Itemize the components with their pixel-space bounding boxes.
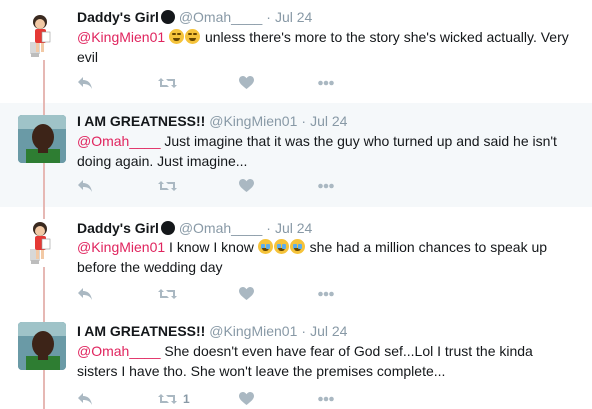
- avatar[interactable]: [18, 12, 66, 60]
- retweet-count: 1: [183, 392, 190, 406]
- retweet-button[interactable]: 1: [158, 389, 190, 409]
- more-icon: [318, 80, 334, 86]
- tweet-actions: 1: [77, 389, 497, 409]
- tweet-actions: [77, 284, 497, 304]
- author-name[interactable]: Daddy's Girl: [77, 220, 159, 236]
- author-name[interactable]: I AM GREATNESS!!: [77, 323, 205, 339]
- author-handle[interactable]: @KingMien01: [209, 113, 297, 129]
- thread-connector: [43, 310, 45, 322]
- tweet[interactable]: Daddy's Girl @Omah____ · Jul 24 @KingMien0…: [0, 0, 592, 103]
- thread-connector: [43, 60, 45, 103]
- reply-icon: [78, 393, 92, 405]
- retweet-icon: [158, 289, 177, 299]
- tweet-text: @Omah____ She doesn't even have fear of …: [77, 341, 577, 381]
- sob-emoji: [273, 239, 289, 254]
- retweet-button[interactable]: [158, 73, 183, 93]
- more-button[interactable]: [318, 284, 334, 304]
- separator: ·: [301, 323, 307, 339]
- reply-button[interactable]: [77, 73, 93, 93]
- tweet-header: Daddy's Girl @Omah____ · Jul 24: [77, 219, 312, 237]
- like-button[interactable]: [239, 73, 254, 93]
- reply-icon: [78, 77, 92, 89]
- sob-emoji: [289, 239, 305, 254]
- retweet-icon: [158, 394, 177, 404]
- tweet-text: @Omah____ Just imagine that it was the g…: [77, 131, 577, 171]
- retweet-button[interactable]: [158, 176, 183, 196]
- conversation-thread: Daddy's Girl @Omah____ · Jul 24 @KingMien0…: [0, 0, 592, 409]
- thread-connector: [43, 267, 45, 310]
- more-icon: [318, 396, 334, 402]
- retweet-icon: [158, 181, 177, 191]
- mention-link[interactable]: @Omah____: [77, 133, 160, 149]
- author-handle[interactable]: @KingMien01: [209, 323, 297, 339]
- timestamp[interactable]: Jul 24: [310, 113, 347, 129]
- reply-icon: [78, 180, 92, 192]
- tweet[interactable]: Daddy's Girl @Omah____ · Jul 24 @KingMien0…: [0, 207, 592, 310]
- mention-link[interactable]: @KingMien01: [77, 29, 165, 45]
- separator: ·: [266, 9, 271, 25]
- mention-link[interactable]: @KingMien01: [77, 239, 165, 255]
- author-handle[interactable]: @Omah____: [179, 9, 262, 25]
- retweet-icon: [158, 78, 177, 88]
- tweet-header: I AM GREATNESS!! @KingMien01 · Jul 24: [77, 322, 347, 340]
- like-button[interactable]: [239, 389, 254, 409]
- retweet-button[interactable]: [158, 284, 183, 304]
- tweet-header: Daddy's Girl @Omah____ · Jul 24: [77, 8, 312, 26]
- tweet-text: @KingMien01 I know I know she had a mill…: [77, 237, 577, 277]
- like-button[interactable]: [239, 176, 254, 196]
- avatar[interactable]: [18, 322, 66, 370]
- mention-link[interactable]: @Omah____: [77, 343, 160, 359]
- separator: ·: [301, 113, 307, 129]
- timestamp[interactable]: Jul 24: [275, 9, 312, 25]
- reply-button[interactable]: [77, 176, 93, 196]
- joy-emoji: [185, 29, 201, 44]
- heart-icon: [239, 287, 254, 300]
- author-handle[interactable]: @Omah____: [179, 220, 262, 236]
- timestamp[interactable]: Jul 24: [275, 220, 312, 236]
- sob-emoji: [257, 239, 273, 254]
- heart-icon: [239, 392, 254, 405]
- black-circle-emoji: [160, 221, 175, 235]
- author-name[interactable]: Daddy's Girl: [77, 9, 159, 25]
- tweet-text: @KingMien01 unless there's more to the s…: [77, 27, 577, 67]
- thread-connector: [43, 163, 45, 207]
- avatar[interactable]: [18, 115, 66, 163]
- avatar[interactable]: [18, 219, 66, 267]
- joy-emoji: [169, 29, 185, 44]
- more-icon: [318, 183, 334, 189]
- more-button[interactable]: [318, 176, 334, 196]
- more-icon: [318, 291, 334, 297]
- tweet-header: I AM GREATNESS!! @KingMien01 · Jul 24: [77, 112, 347, 130]
- like-button[interactable]: [239, 284, 254, 304]
- thread-connector: [43, 370, 45, 409]
- tweet[interactable]: I AM GREATNESS!! @KingMien01 · Jul 24 @Oma…: [0, 103, 592, 207]
- heart-icon: [239, 76, 254, 89]
- heart-icon: [239, 179, 254, 192]
- separator: ·: [266, 220, 271, 236]
- author-name[interactable]: I AM GREATNESS!!: [77, 113, 205, 129]
- black-circle-emoji: [160, 10, 175, 24]
- more-button[interactable]: [318, 389, 334, 409]
- more-button[interactable]: [318, 73, 334, 93]
- tweet-actions: [77, 73, 497, 93]
- tweet[interactable]: I AM GREATNESS!! @KingMien01 · Jul 24 @Oma…: [0, 310, 592, 409]
- reply-button[interactable]: [77, 389, 93, 409]
- reply-icon: [78, 288, 92, 300]
- tweet-body-before: I know I know: [169, 239, 254, 255]
- reply-button[interactable]: [77, 284, 93, 304]
- thread-connector: [43, 207, 45, 219]
- thread-connector: [43, 103, 45, 115]
- timestamp[interactable]: Jul 24: [310, 323, 347, 339]
- tweet-actions: [77, 176, 497, 196]
